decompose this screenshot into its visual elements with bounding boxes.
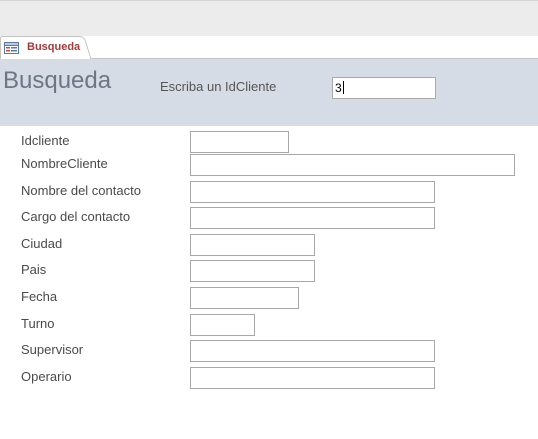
search-value: 3 [335, 81, 342, 95]
label-turno: Turno [21, 316, 55, 331]
search-label: Escriba un IdCliente [160, 79, 277, 94]
label-nombre-contacto: Nombre del contacto [21, 183, 141, 198]
label-pais: Pais [21, 262, 47, 277]
idcliente-field[interactable] [190, 131, 289, 153]
text-caret [342, 81, 344, 94]
form-title: Busqueda [3, 67, 112, 94]
form-header: Busqueda Escriba un IdCliente 3 [0, 59, 538, 126]
supervisor-field[interactable] [190, 340, 435, 362]
form-icon [4, 41, 19, 54]
idcliente-search-input[interactable]: 3 [332, 77, 436, 99]
label-ciudad: Ciudad [21, 236, 63, 251]
fecha-field[interactable] [190, 287, 299, 309]
operario-field[interactable] [190, 367, 435, 389]
label-supervisor: Supervisor [21, 342, 84, 357]
tab-busqueda[interactable]: Busqueda [0, 36, 92, 59]
nombrecliente-field[interactable] [190, 154, 515, 176]
cargo-contacto-field[interactable] [190, 207, 435, 229]
turno-field[interactable] [190, 314, 255, 336]
label-operario: Operario [21, 369, 72, 384]
label-fecha: Fecha [21, 289, 58, 304]
ciudad-field[interactable] [190, 234, 315, 256]
pais-field[interactable] [190, 260, 315, 282]
label-nombrecliente: NombreCliente [21, 156, 108, 171]
nombre-contacto-field[interactable] [190, 181, 435, 203]
label-idcliente: Idcliente [21, 133, 70, 148]
label-cargo-contacto: Cargo del contacto [21, 209, 131, 224]
tab-label: Busqueda [27, 41, 81, 53]
ribbon-area [0, 0, 538, 36]
